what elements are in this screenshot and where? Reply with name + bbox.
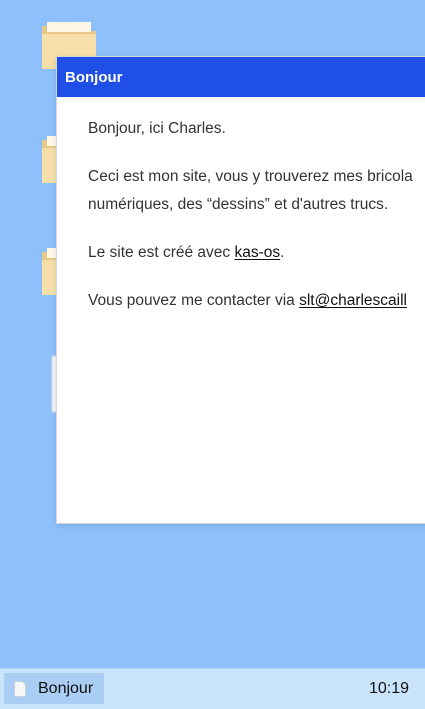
built-with-paragraph: Le site est créé avec kas-os.: [88, 239, 425, 267]
email-link[interactable]: slt@charlescaill: [299, 292, 407, 309]
contact-text: Vous pouvez me contacter via: [88, 292, 300, 309]
window-content: Bonjour, ici Charles. Ceci est mon site,…: [57, 97, 425, 315]
greeting-text: Bonjour, ici Charles.: [88, 120, 226, 137]
desktop: Me In Bon Bonjour Bonjour, ici Charles.: [0, 0, 425, 668]
built-with-period: .: [280, 244, 285, 261]
taskbar-item-label: Bonjour: [38, 679, 94, 697]
intro-paragraph: Ceci est mon site, vous y trouverez mes …: [88, 163, 425, 219]
taskbar-item-bonjour[interactable]: Bonjour: [4, 673, 104, 704]
document-icon: [14, 680, 26, 697]
window-titlebar[interactable]: Bonjour: [57, 57, 425, 97]
intro-line-2: numériques, des “dessins” et d'autres tr…: [88, 196, 389, 213]
taskbar: Bonjour 10:19: [0, 668, 425, 709]
built-with-text: Le site est créé avec: [88, 244, 235, 261]
window-bonjour[interactable]: Bonjour Bonjour, ici Charles. Ceci est m…: [56, 56, 425, 524]
kas-os-link[interactable]: kas-os: [234, 244, 280, 261]
intro-line-1: Ceci est mon site, vous y trouverez mes …: [88, 168, 413, 185]
clock: 10:19: [368, 680, 409, 697]
window-title: Bonjour: [65, 68, 123, 86]
contact-paragraph: Vous pouvez me contacter via slt@charles…: [88, 287, 425, 315]
